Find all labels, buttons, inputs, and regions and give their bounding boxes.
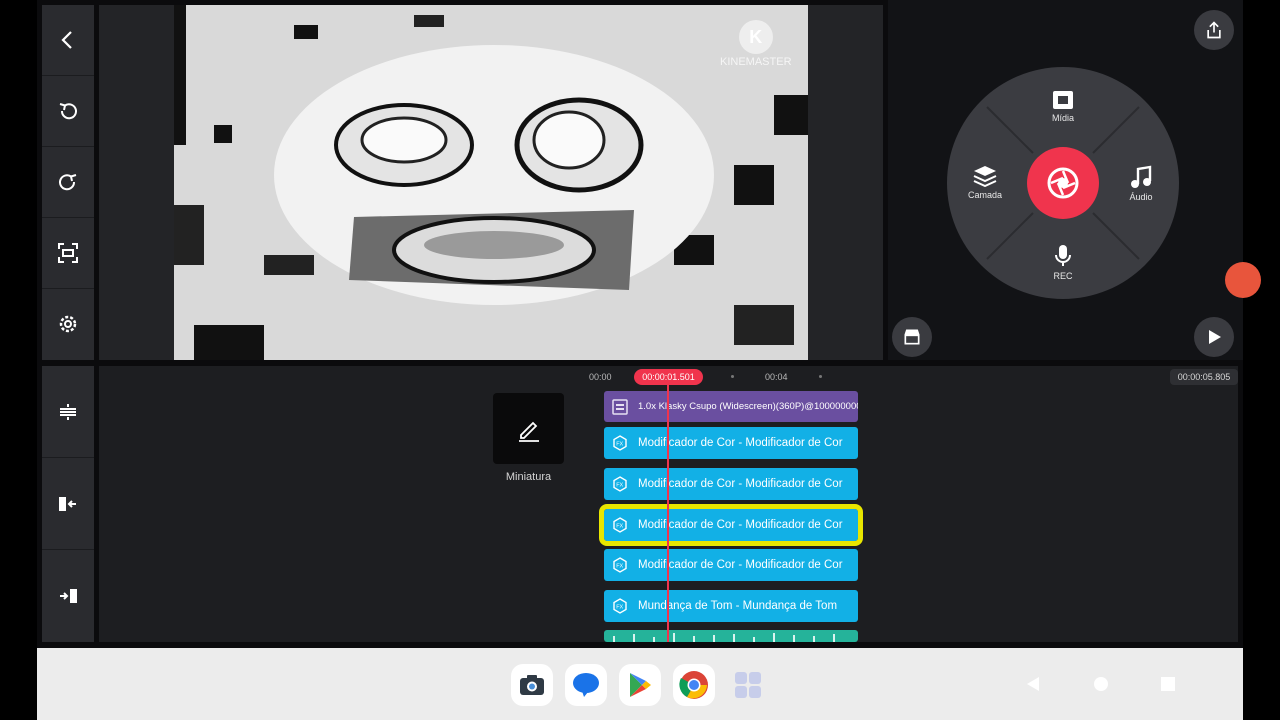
watermark-text: KINEMASTER — [720, 56, 792, 68]
redo-button[interactable] — [42, 147, 94, 218]
effect-hexagon-icon: FX — [613, 476, 627, 492]
share-icon — [1207, 21, 1221, 39]
nav-back-button[interactable] — [1025, 676, 1041, 697]
undo-icon — [59, 103, 77, 120]
camera-app-icon — [520, 675, 544, 695]
split-button[interactable] — [42, 366, 94, 458]
total-duration-badge: 00:00:05.805 — [1170, 369, 1238, 385]
fx-clip-track[interactable]: FX Mundança de Tom - Mundança de Tom — [604, 590, 858, 622]
export-button[interactable] — [1194, 10, 1234, 50]
asset-store-button[interactable] — [892, 317, 932, 357]
audio-button[interactable]: Áudio — [1125, 165, 1157, 202]
media-label: Mídia — [1051, 113, 1074, 123]
audio-waveform — [613, 633, 835, 642]
fx-clip-track[interactable]: FX Modificador de Cor - Modificador de C… — [604, 427, 858, 459]
fx-clip-track[interactable]: FX Modificador de Cor - Modificador de C… — [604, 549, 858, 581]
chrome-button[interactable] — [673, 664, 715, 706]
back-button[interactable] — [42, 5, 94, 76]
fx-clip-track-selected[interactable]: FX Modificador de Cor - Modificador de C… — [599, 504, 863, 546]
thumbnail-label: Miniatura — [505, 471, 552, 483]
play-button[interactable] — [1194, 317, 1234, 357]
rec-button[interactable]: REC — [1049, 244, 1077, 281]
settings-button[interactable] — [42, 289, 94, 359]
nav-home-button[interactable] — [1093, 676, 1109, 697]
nav-recents-button[interactable] — [1160, 676, 1176, 697]
effect-hexagon-icon: FX — [613, 435, 627, 451]
trim-left-button[interactable] — [42, 458, 94, 550]
left-toolbar-bottom — [42, 366, 94, 642]
layer-label: Camada — [967, 190, 1003, 200]
nav-home-circle-icon — [1094, 677, 1108, 691]
camera-app-button[interactable] — [511, 664, 553, 706]
video-preview[interactable] — [174, 5, 808, 360]
svg-text:FX: FX — [616, 605, 623, 611]
audio-label: Áudio — [1129, 192, 1153, 202]
svg-text:FX: FX — [616, 524, 623, 530]
left-toolbar-top — [42, 5, 94, 360]
ruler-dot — [731, 375, 734, 378]
messages-app-button[interactable] — [565, 664, 607, 706]
play-icon — [1209, 330, 1221, 344]
messages-app-icon — [573, 673, 599, 697]
ruler-dot — [819, 375, 822, 378]
time-start-label: 00:00 — [589, 372, 612, 382]
settings-gear-icon — [59, 315, 77, 333]
store-icon — [904, 329, 920, 345]
play-store-button[interactable] — [619, 664, 661, 706]
capture-frame-icon — [58, 243, 78, 263]
undo-button[interactable] — [42, 76, 94, 147]
play-store-icon — [630, 673, 651, 697]
playhead[interactable] — [667, 383, 669, 642]
video-clip-track[interactable]: 1.0x Klasky Csupo (Widescreen)(360P)@100… — [604, 391, 858, 422]
floating-bubble[interactable] — [1225, 262, 1261, 298]
video-clip-icon — [612, 398, 628, 415]
layers-icon — [973, 166, 997, 187]
app-drawer-icon — [735, 672, 761, 698]
capture-button[interactable] — [42, 218, 94, 289]
pencil-icon — [518, 421, 539, 442]
svg-text:FX: FX — [616, 442, 623, 448]
layer-button[interactable]: Camada — [966, 165, 1004, 200]
effect-hexagon-icon: FX — [613, 517, 627, 533]
media-icon — [1053, 91, 1073, 109]
record-capture-button[interactable] — [1027, 147, 1099, 219]
preview-frame-image — [174, 5, 808, 360]
svg-text:FX: FX — [616, 483, 623, 489]
thumbnail-button[interactable] — [493, 393, 564, 464]
svg-text:FX: FX — [616, 564, 623, 570]
app-drawer-button[interactable] — [727, 664, 769, 706]
clip-label: 1.0x Klasky Csupo (Widescreen)(360P)@100… — [638, 401, 858, 412]
music-note-icon — [1131, 165, 1152, 188]
redo-icon — [59, 174, 77, 191]
time-mid-label: 00:04 — [765, 372, 788, 382]
chrome-icon — [679, 671, 708, 699]
nav-recents-square-icon — [1161, 677, 1175, 691]
effect-hexagon-icon: FX — [613, 598, 627, 614]
effect-hexagon-icon: FX — [613, 557, 627, 573]
kinemaster-watermark: K KINEMASTER — [720, 20, 792, 68]
microphone-icon — [1055, 245, 1071, 266]
trim-left-icon — [59, 496, 76, 511]
trim-right-button[interactable] — [42, 550, 94, 642]
split-layers-icon — [60, 403, 76, 420]
trim-right-icon — [60, 589, 77, 603]
nav-back-triangle-icon — [1027, 677, 1039, 691]
fx-clip-track[interactable]: FX Modificador de Cor - Modificador de C… — [604, 468, 858, 500]
watermark-logo: K — [738, 20, 773, 54]
camera-shutter-icon — [1047, 167, 1079, 199]
audio-clip-track[interactable] — [604, 630, 858, 642]
rec-label: REC — [1053, 271, 1073, 281]
media-button[interactable]: Mídia — [1048, 90, 1078, 123]
back-chevron-icon — [61, 31, 72, 49]
